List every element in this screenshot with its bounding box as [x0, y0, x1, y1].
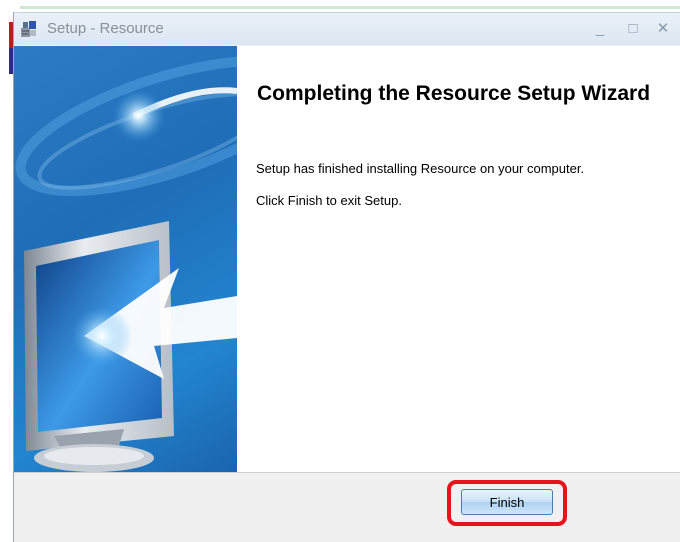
wizard-content: Completing the Resource Setup Wizard Set…: [237, 46, 680, 472]
setup-window: Setup - Resource _ □ ✕ Completing the Re…: [13, 12, 680, 542]
minimize-button[interactable]: _: [589, 19, 611, 39]
wizard-footer: [14, 473, 680, 542]
title-bar[interactable]: Setup - Resource _ □ ✕: [14, 13, 680, 45]
computer-monitor-icon: [15, 55, 237, 472]
completion-message: Setup has finished installing Resource o…: [256, 161, 585, 176]
wizard-sidebar-image: [14, 46, 237, 472]
exit-instruction: Click Finish to exit Setup.: [256, 193, 402, 208]
desktop-left-edge: [0, 10, 14, 541]
setup-app-icon: [21, 21, 36, 37]
finish-button[interactable]: Finish: [461, 489, 553, 515]
desktop-edge: [20, 6, 680, 9]
maximize-button[interactable]: □: [622, 19, 644, 39]
close-button[interactable]: ✕: [652, 19, 674, 39]
wizard-heading: Completing the Resource Setup Wizard: [257, 82, 651, 105]
window-title: Setup - Resource: [47, 20, 164, 37]
